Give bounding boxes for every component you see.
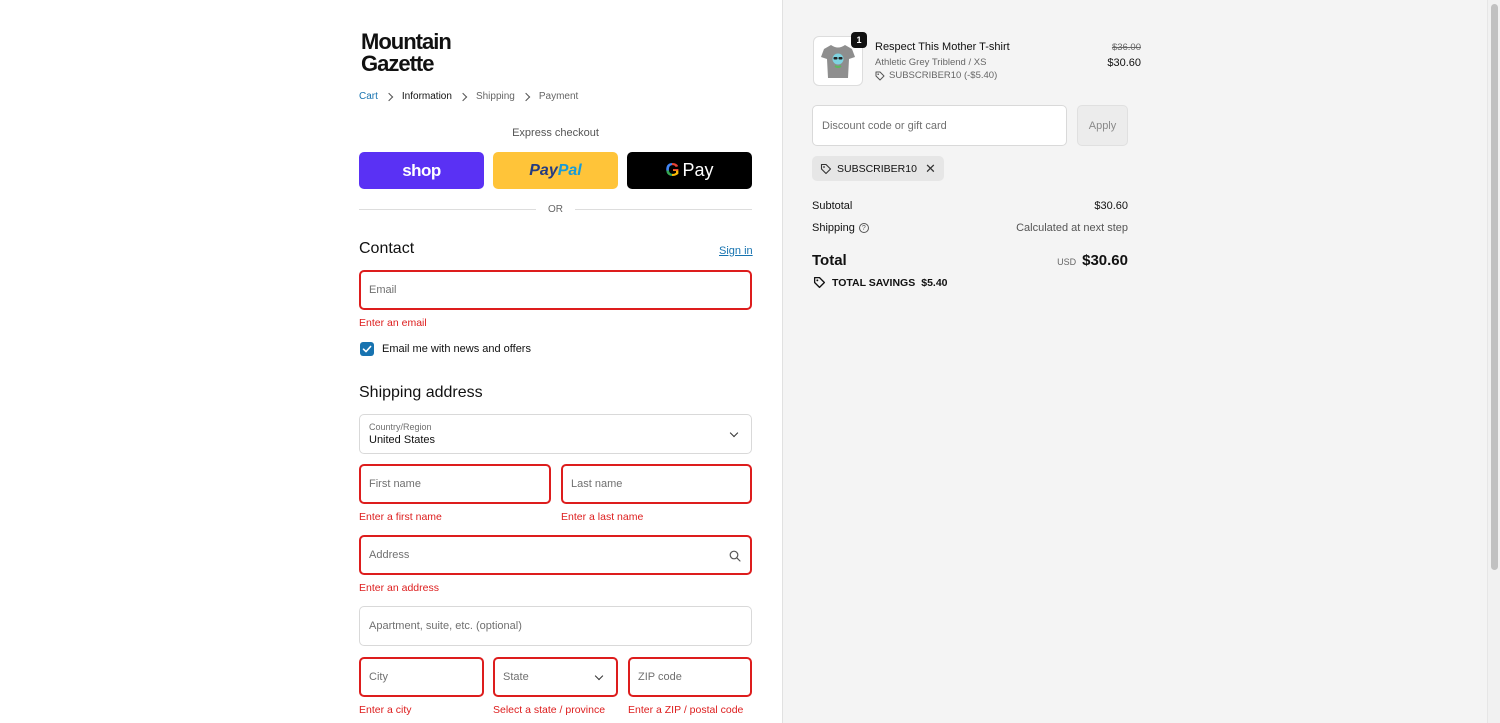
google-pay-text: Pay — [682, 160, 714, 180]
divider-line — [359, 209, 536, 210]
or-divider: OR — [359, 204, 752, 215]
chevron-right-icon — [521, 92, 531, 101]
logo-line-2: Gazette — [361, 51, 434, 76]
tshirt-image — [821, 45, 855, 78]
google-g-icon: G — [665, 160, 680, 180]
last-name-error: Enter a last name — [561, 511, 644, 523]
quantity-badge: 1 — [851, 32, 867, 48]
zip-code-field[interactable]: ZIP code — [628, 657, 752, 697]
state-error: Select a state / province — [493, 704, 606, 716]
express-checkout-label: Express checkout — [512, 127, 599, 139]
scrollbar[interactable] — [1487, 0, 1500, 723]
discount-code-input[interactable]: Discount code or gift card — [812, 105, 1067, 146]
country-value: United States — [369, 434, 436, 446]
newsletter-checkbox[interactable] — [360, 342, 374, 356]
city-error: Enter a city — [359, 704, 412, 716]
chevron-right-icon — [458, 92, 468, 101]
original-price: $36.00 — [1111, 42, 1141, 53]
checkmark-icon — [362, 345, 372, 353]
logo-line-1: Mountain — [361, 29, 452, 54]
shop-pay-button[interactable]: shop — [359, 152, 484, 189]
discounted-price: $30.60 — [1107, 57, 1141, 69]
applied-discount-chip: SUBSCRIBER10 ✕ — [812, 156, 944, 181]
apply-button[interactable]: Apply — [1077, 105, 1128, 146]
first-name-field[interactable]: First name — [359, 464, 551, 504]
remove-discount-close-icon[interactable]: ✕ — [925, 161, 936, 177]
savings-label: TOTAL SAVINGS — [832, 276, 916, 289]
paypal-logo-pay: Pay — [529, 161, 558, 179]
first-name-placeholder: First name — [369, 478, 421, 490]
tag-icon — [820, 163, 832, 174]
email-placeholder: Email — [369, 284, 397, 296]
help-icon[interactable]: ? — [858, 223, 869, 233]
state-select[interactable]: State — [493, 657, 618, 697]
product-discount-text: SUBSCRIBER10 (-$5.40) — [889, 70, 998, 81]
contact-heading: Contact — [359, 240, 415, 257]
product-name: Respect This Mother T-shirt — [875, 41, 1010, 53]
shop-pay-logo: shop — [402, 160, 441, 180]
total-label: Total — [812, 252, 847, 269]
or-text: OR — [548, 204, 563, 215]
breadcrumb-shipping: Shipping — [475, 91, 515, 102]
newsletter-option[interactable]: Email me with news and offers — [360, 342, 531, 356]
apartment-field[interactable]: Apartment, suite, etc. (optional) — [359, 606, 752, 646]
scrollbar-thumb[interactable] — [1491, 4, 1498, 570]
applied-code-text: SUBSCRIBER10 — [837, 162, 917, 175]
savings-amount: $5.40 — [921, 276, 948, 289]
divider-line — [575, 209, 752, 210]
country-select[interactable]: Country/Region United States — [359, 414, 752, 454]
zip-placeholder: ZIP code — [638, 671, 682, 683]
subtotal-value: $30.60 — [1094, 200, 1128, 212]
tag-icon — [813, 276, 826, 289]
sign-in-link[interactable]: Sign in — [719, 245, 753, 257]
google-pay-button[interactable]: G Pay — [627, 152, 752, 189]
last-name-field[interactable]: Last name — [561, 464, 752, 504]
address-field[interactable]: Address — [359, 535, 752, 575]
total-value: USD $30.60 — [1057, 252, 1128, 269]
newsletter-label: Email me with news and offers — [382, 343, 531, 355]
apartment-placeholder: Apartment, suite, etc. (optional) — [369, 620, 522, 632]
paypal-logo-pal: Pal — [557, 161, 582, 179]
breadcrumb-information: Information — [401, 91, 452, 102]
product-variant: Athletic Grey Triblend / XS — [875, 57, 987, 68]
tag-icon — [875, 71, 885, 80]
currency-code: USD — [1057, 257, 1077, 267]
country-label: Country/Region — [369, 422, 432, 432]
address-placeholder: Address — [369, 549, 410, 561]
city-placeholder: City — [369, 671, 388, 683]
chevron-right-icon — [384, 92, 394, 101]
address-error: Enter an address — [359, 582, 439, 594]
email-field[interactable]: Email — [359, 270, 752, 310]
state-placeholder: State — [503, 671, 529, 683]
total-savings: TOTAL SAVINGS $5.40 — [813, 276, 948, 289]
total-amount: $30.60 — [1082, 252, 1128, 269]
paypal-button[interactable]: Pay Pal — [493, 152, 618, 189]
breadcrumb-payment: Payment — [538, 91, 579, 102]
chevron-down-icon — [594, 671, 604, 681]
shipping-address-heading: Shipping address — [359, 384, 483, 401]
breadcrumb-cart[interactable]: Cart — [359, 91, 378, 102]
product-discount: SUBSCRIBER10 (-$5.40) — [875, 70, 997, 81]
email-error: Enter an email — [359, 317, 427, 329]
zip-error: Enter a ZIP / postal code — [628, 704, 744, 716]
breadcrumb: Cart Information Shipping Payment — [359, 91, 578, 102]
store-logo[interactable]: Mountain Gazette — [361, 29, 452, 76]
subtotal-label: Subtotal — [812, 200, 853, 212]
discount-placeholder: Discount code or gift card — [822, 119, 947, 132]
shipping-label: Shipping — [812, 222, 855, 234]
city-field[interactable]: City — [359, 657, 484, 697]
last-name-placeholder: Last name — [571, 478, 623, 490]
shipping-row: Shipping ? — [812, 222, 869, 234]
first-name-error: Enter a first name — [359, 511, 442, 523]
search-icon[interactable] — [729, 550, 741, 562]
shipping-value: Calculated at next step — [1016, 222, 1128, 234]
